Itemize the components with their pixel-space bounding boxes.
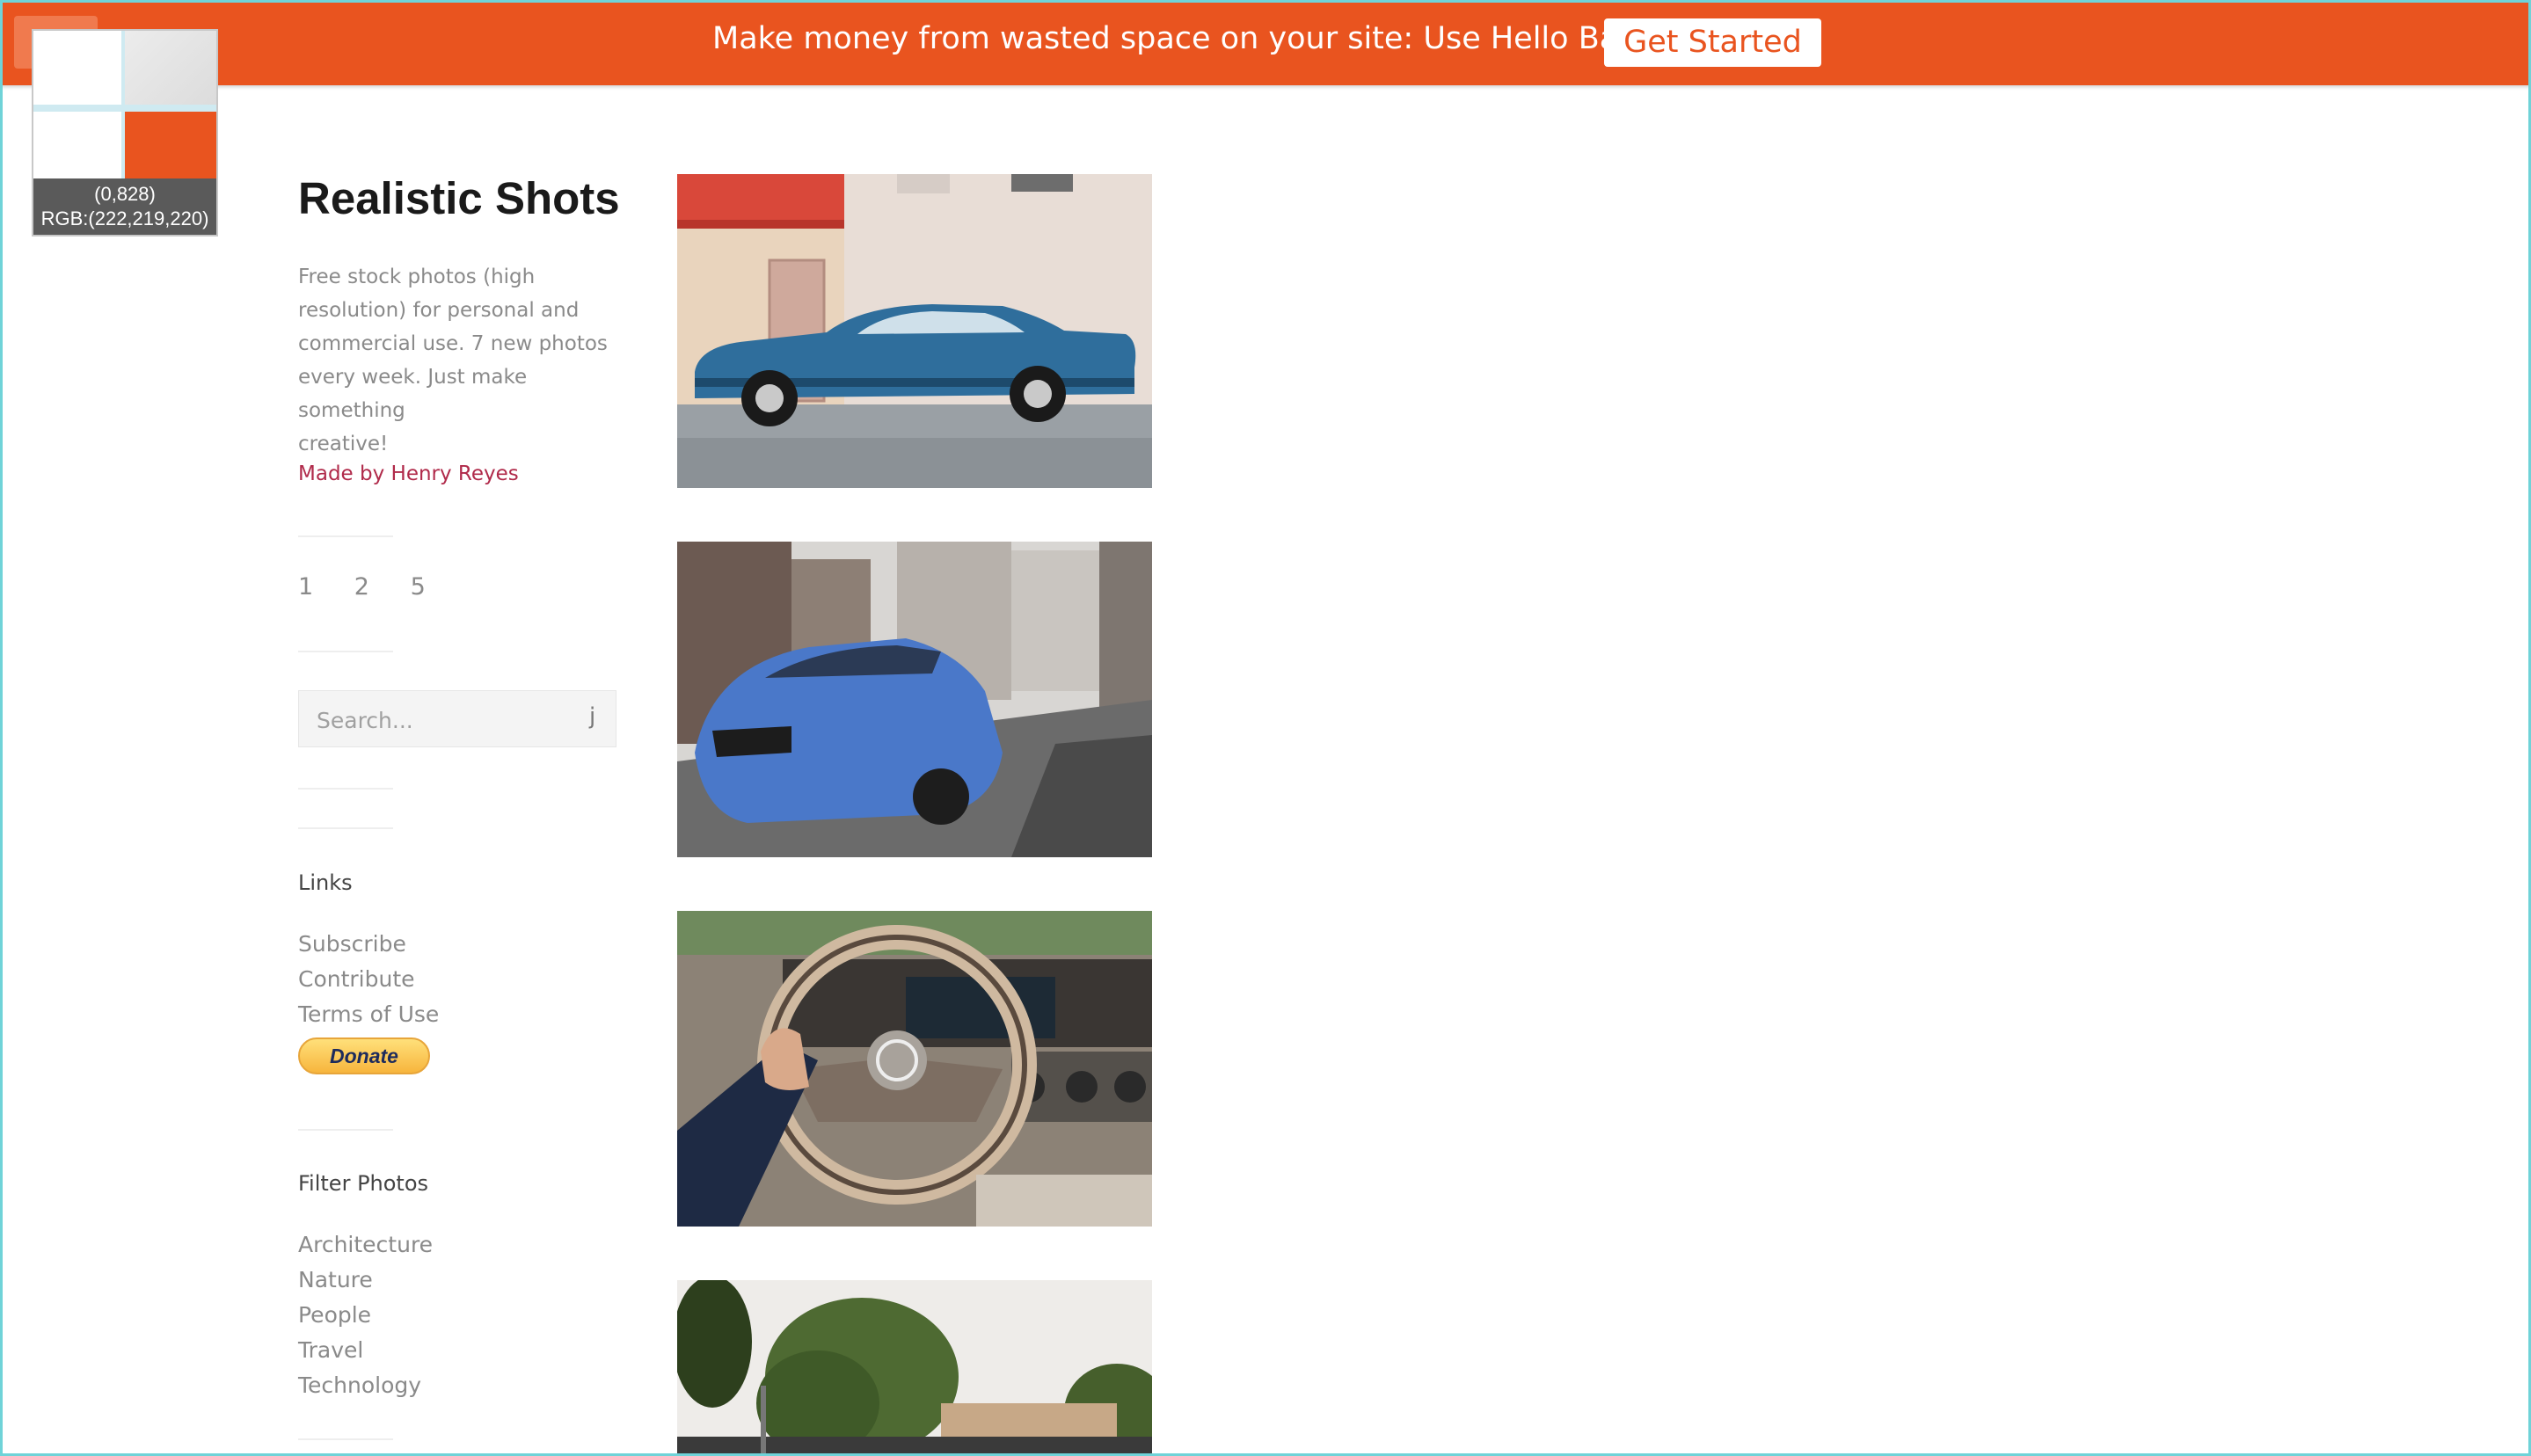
tagline-line: commercial use. 7 new photos [298, 332, 608, 355]
divider [298, 788, 393, 790]
filter-photos-heading: Filter Photos [298, 1171, 429, 1196]
site-tagline: Free stock photos (high resolution) for … [298, 260, 624, 461]
hello-bar-message: Make money from wasted space on your sit… [712, 21, 1638, 56]
search-input[interactable] [315, 703, 582, 737]
link-subscribe[interactable]: Subscribe [298, 927, 439, 962]
vintage-blue-car-photo-icon [677, 174, 1152, 488]
tagline-line: Free stock photos (high [298, 266, 536, 288]
search-box: j [298, 690, 616, 747]
get-started-button[interactable]: Get Started [1604, 18, 1821, 67]
links-list: Subscribe Contribute Terms of Use [298, 927, 439, 1032]
page-link-2[interactable]: 2 [354, 573, 369, 601]
loupe-rgb: RGB:(222,219,220) [40, 207, 209, 229]
search-icon[interactable]: j [589, 703, 595, 730]
page-link-1[interactable]: 1 [298, 573, 313, 601]
filter-people[interactable]: People [298, 1298, 433, 1333]
author-link[interactable]: Made by Henry Reyes [298, 462, 519, 485]
photo-vintage-blue-car[interactable] [677, 174, 1152, 488]
filter-nature[interactable]: Nature [298, 1263, 433, 1298]
steering-wheel-interior-photo-icon [677, 911, 1152, 1227]
divider [298, 1129, 393, 1131]
loupe-pixel-white [33, 31, 121, 105]
loupe-pixel-white-2 [33, 112, 121, 178]
color-picker-loupe: (0,828) RGB:(222,219,220) [32, 29, 218, 237]
filter-travel[interactable]: Travel [298, 1333, 433, 1368]
page-link-5[interactable]: 5 [411, 573, 426, 601]
donate-button[interactable]: Donate [298, 1037, 430, 1074]
loupe-crosshair-horizontal [33, 105, 216, 112]
site-title[interactable]: Realistic Shots [298, 172, 620, 224]
filter-list: Architecture Nature People Travel Techno… [298, 1227, 433, 1403]
trees-landscape-photo-icon [677, 1280, 1152, 1456]
tagline-line: resolution) for personal and [298, 299, 580, 322]
loupe-pixel-orange [125, 112, 216, 178]
photo-trees-landscape[interactable] [677, 1280, 1152, 1456]
blue-bmw-city-street-photo-icon [677, 542, 1152, 857]
link-contribute[interactable]: Contribute [298, 962, 439, 997]
photo-steering-wheel[interactable] [677, 911, 1152, 1227]
filter-technology[interactable]: Technology [298, 1368, 433, 1403]
links-heading: Links [298, 870, 353, 895]
divider [298, 827, 393, 829]
tagline-line: creative! [298, 433, 389, 455]
divider [298, 651, 393, 652]
divider [298, 535, 393, 537]
loupe-pixel-gray [125, 31, 216, 105]
photo-blue-bmw-city[interactable] [677, 542, 1152, 857]
loupe-readout: (0,828) RGB:(222,219,220) [33, 178, 216, 235]
link-terms-of-use[interactable]: Terms of Use [298, 997, 439, 1032]
tagline-line: every week. Just make something [298, 366, 528, 422]
hello-bar: Make money from wasted space on your sit… [0, 0, 2531, 85]
filter-architecture[interactable]: Architecture [298, 1227, 433, 1263]
loupe-coords: (0,828) [94, 183, 156, 205]
divider [298, 1438, 393, 1440]
pagination: 1 2 5 [298, 573, 459, 601]
loupe-crosshair-vertical [121, 31, 125, 178]
